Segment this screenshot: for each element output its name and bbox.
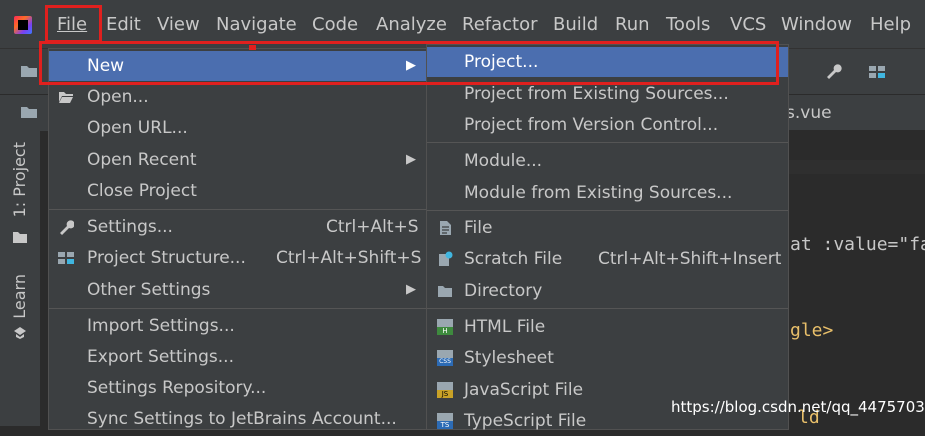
menu-separator — [427, 210, 788, 211]
css-file-icon: CSS — [437, 350, 453, 366]
menu-item-open[interactable]: Open... — [49, 82, 427, 112]
menu-item-module-existing-sources[interactable]: Module from Existing Sources... — [427, 178, 788, 208]
menu-item-open-recent[interactable]: Open Recent ▶ — [49, 145, 427, 175]
menu-view[interactable]: View — [157, 14, 200, 35]
menu-run[interactable]: Run — [615, 14, 650, 35]
menu-refactor[interactable]: Refactor — [462, 14, 538, 35]
menu-item-project-version-control[interactable]: Project from Version Control... — [427, 110, 788, 140]
project-folder-icon — [13, 232, 27, 243]
menu-item-export-settings[interactable]: Export Settings... — [49, 342, 427, 372]
menu-item-file[interactable]: File — [427, 213, 788, 243]
code-line: at :value="fa — [790, 234, 925, 255]
menu-item-project-existing-sources[interactable]: Project from Existing Sources... — [427, 79, 788, 109]
project-structure-icon — [58, 252, 74, 264]
menu-help[interactable]: Help — [870, 14, 911, 35]
learn-tool-tab[interactable]: Learn — [10, 274, 29, 319]
menu-separator — [427, 308, 788, 309]
menu-item-html-file[interactable]: H HTML File — [427, 312, 788, 342]
new-submenu: Project... Project from Existing Sources… — [426, 44, 789, 431]
menu-item-directory[interactable]: Directory — [427, 276, 788, 306]
menu-item-other-settings[interactable]: Other Settings ▶ — [49, 275, 427, 305]
wrench-icon — [60, 220, 74, 235]
project-structure-icon[interactable] — [868, 63, 886, 79]
left-tool-strip: 1: Project Learn — [0, 130, 40, 426]
menu-navigate[interactable]: Navigate — [216, 14, 297, 35]
menu-item-import-settings[interactable]: Import Settings... — [49, 311, 427, 341]
open-folder-icon[interactable] — [20, 63, 38, 79]
app-logo-icon — [14, 16, 32, 34]
submenu-arrow-icon: ▶ — [406, 282, 416, 297]
menu-separator — [49, 209, 427, 210]
menu-bar: File Edit View Navigate Code Analyze Ref… — [0, 0, 925, 48]
menu-item-module[interactable]: Module... — [427, 146, 788, 176]
project-tool-tab[interactable]: 1: Project — [10, 142, 29, 217]
menu-file[interactable]: File — [57, 14, 87, 35]
open-folder-icon — [59, 92, 73, 103]
menu-window[interactable]: Window — [781, 14, 852, 35]
submenu-arrow-icon: ▶ — [406, 58, 416, 73]
wrench-icon[interactable] — [824, 63, 842, 79]
menu-item-stylesheet[interactable]: CSS Stylesheet — [427, 343, 788, 373]
menu-code[interactable]: Code — [312, 14, 358, 35]
code-line: gle> — [790, 320, 834, 341]
menu-vcs[interactable]: VCS — [730, 14, 766, 35]
menu-build[interactable]: Build — [553, 14, 598, 35]
menu-separator — [49, 308, 427, 309]
js-file-icon: JS — [437, 382, 453, 398]
folder-icon — [21, 107, 37, 118]
menu-item-scratch-file[interactable]: Scratch File Ctrl+Alt+Shift+Insert — [427, 244, 788, 274]
menu-analyze[interactable]: Analyze — [376, 14, 447, 35]
menu-item-settings-repository[interactable]: Settings Repository... — [49, 373, 427, 403]
html-file-icon: H — [437, 319, 453, 335]
menu-separator — [427, 142, 788, 143]
learn-icon — [14, 327, 26, 339]
menu-item-new-project[interactable]: Project... — [427, 47, 788, 77]
editor-tab[interactable]: s.vue — [786, 103, 832, 123]
menu-item-project-structure[interactable]: Project Structure... Ctrl+Alt+Shift+S — [49, 243, 427, 273]
highlight-marker — [249, 45, 256, 50]
menu-item-open-url[interactable]: Open URL... — [49, 113, 427, 143]
directory-icon — [438, 286, 452, 297]
menu-item-settings[interactable]: Settings... Ctrl+Alt+S — [49, 212, 427, 242]
menu-item-close-project[interactable]: Close Project — [49, 176, 427, 206]
scratch-file-icon — [439, 251, 453, 266]
code-editor[interactable]: at :value="fa gle> ld — [788, 130, 925, 428]
file-icon — [440, 221, 451, 235]
watermark: https://blog.csdn.net/qq_44757034 — [671, 398, 925, 416]
menu-item-new[interactable]: New ▶ — [49, 51, 427, 81]
menu-item-sync-settings[interactable]: Sync Settings to JetBrains Account... — [49, 404, 427, 434]
file-menu: New ▶ Open... Open URL... Open Recent ▶ … — [48, 48, 428, 430]
menu-edit[interactable]: Edit — [106, 14, 141, 35]
submenu-arrow-icon: ▶ — [406, 152, 416, 167]
ts-file-icon: TS — [437, 413, 453, 429]
menu-tools[interactable]: Tools — [666, 14, 710, 35]
